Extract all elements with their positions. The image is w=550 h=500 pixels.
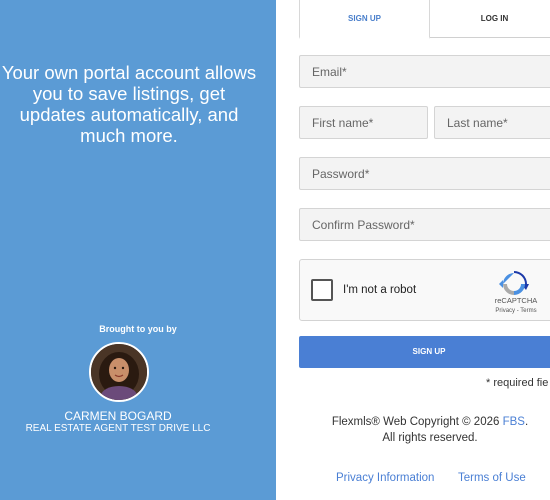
promo-tagline: Your own portal account allows you to sa… (1, 62, 257, 146)
confirm-password-field[interactable] (299, 208, 550, 241)
recaptcha-checkbox[interactable] (311, 279, 333, 301)
agent-company: REAL ESTATE AGENT TEST DRIVE LLC (25, 423, 211, 434)
sign-up-button[interactable]: SIGN UP (299, 336, 550, 368)
last-name-field[interactable] (434, 106, 550, 139)
required-fields-note: * required fie (486, 377, 549, 389)
email-field[interactable] (299, 55, 550, 88)
copyright-text: Flexmls® Web Copyright © 2026 (331, 416, 503, 428)
rights-text: All rights reserved. (382, 432, 478, 444)
recaptcha-label: I'm not a robot (343, 284, 417, 296)
copyright-period: . (524, 416, 529, 428)
recaptcha-privacy-terms[interactable]: Privacy - Terms (486, 308, 546, 314)
copyright-notice: Flexmls® Web Copyright © 2026 FBS. All r… (320, 414, 540, 446)
tab-log-in[interactable]: LOG IN (430, 0, 550, 38)
recaptcha-brand: reCAPTCHA (494, 296, 538, 305)
password-field[interactable] (299, 157, 550, 190)
privacy-information-link[interactable]: Privacy Information (336, 472, 434, 484)
recaptcha-widget: I'm not a robot reCAPTCHA Privacy - Term… (299, 259, 550, 321)
tab-sign-up[interactable]: SIGN UP (299, 0, 430, 39)
promo-panel: Your own portal account allows you to sa… (0, 0, 276, 500)
brought-to-you-by-label: Brought to you by (99, 324, 177, 334)
recaptcha-logo-icon (499, 270, 529, 298)
first-name-field[interactable] (299, 106, 428, 139)
agent-name: CARMEN BOGARD (64, 409, 172, 423)
auth-tabs: SIGN UP LOG IN (299, 0, 550, 39)
terms-of-use-link[interactable]: Terms of Use (458, 472, 526, 484)
agent-avatar (89, 342, 149, 402)
fbs-link[interactable]: FBS (503, 416, 525, 428)
